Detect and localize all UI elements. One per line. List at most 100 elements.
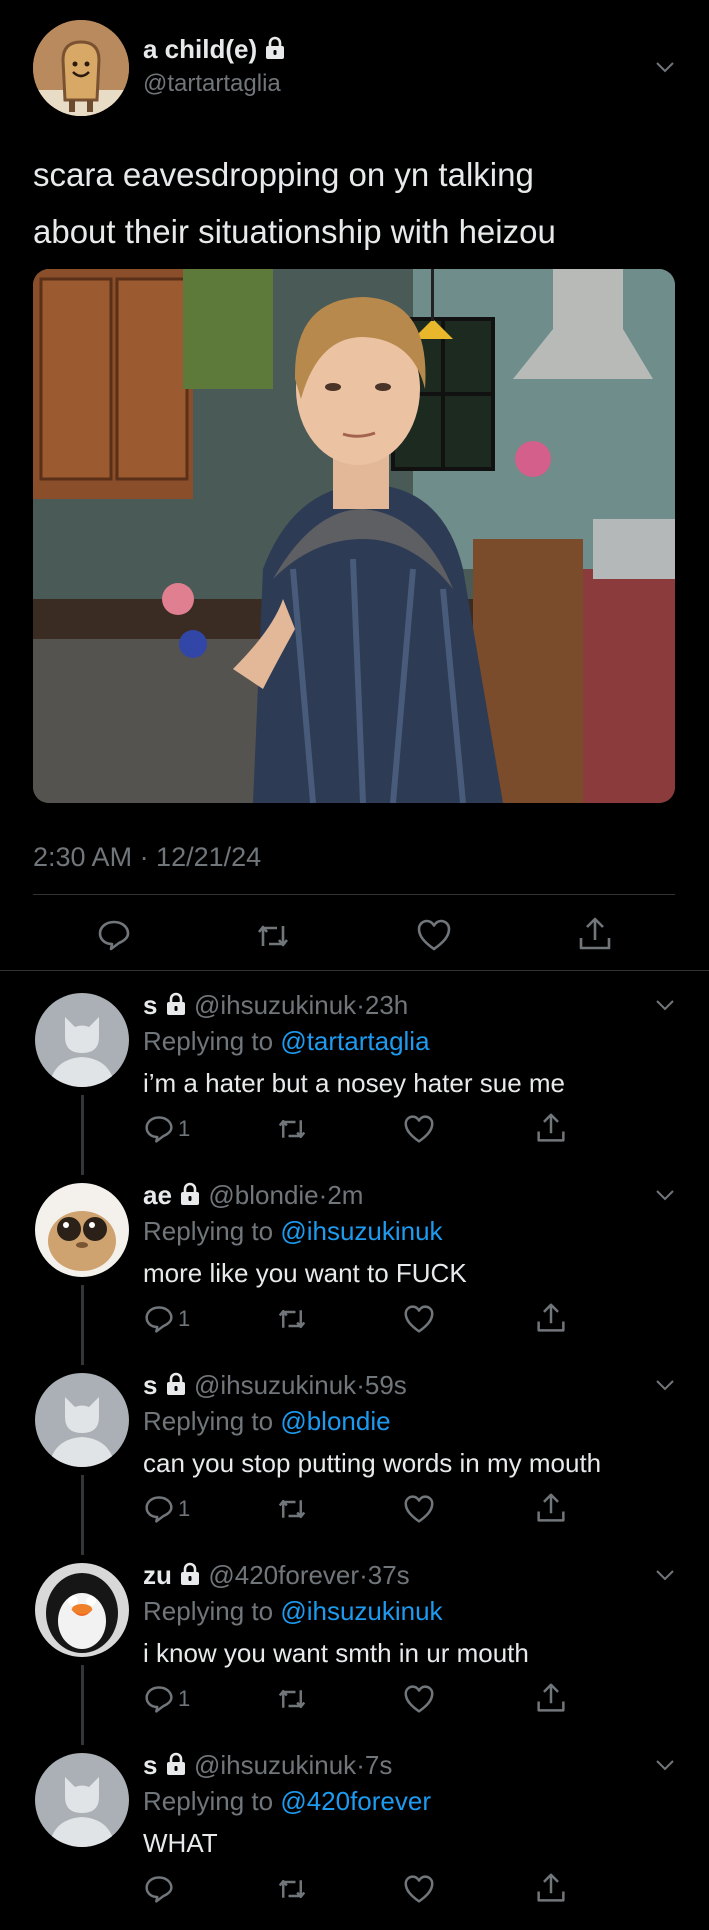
tweet-text: scara eavesdropping on yn talking about … <box>33 146 693 260</box>
retweet-icon[interactable] <box>276 1875 308 1903</box>
divider <box>33 894 675 895</box>
reply-header: zu @420forever·37s <box>143 1560 410 1591</box>
replying-to-link[interactable]: @tartartaglia <box>280 1026 429 1056</box>
reply-icon[interactable] <box>144 1684 174 1714</box>
creature-avatar-icon <box>35 1183 129 1277</box>
author-handle[interactable]: @tartartaglia <box>143 70 281 98</box>
author-display-name[interactable]: a child(e) <box>143 34 257 64</box>
reply-avatar[interactable] <box>35 1563 129 1657</box>
reply-text: more like you want to FUCK <box>143 1258 467 1288</box>
replying-to-line: Replying to @ihsuzukinuk <box>143 1596 443 1627</box>
retweet-icon[interactable] <box>276 1305 308 1333</box>
kitchen-photo <box>33 269 675 803</box>
replying-to-label: Replying to <box>143 1406 281 1436</box>
toast-character-avatar <box>33 20 129 116</box>
share-icon[interactable] <box>536 1872 566 1904</box>
replying-to-line: Replying to @blondie <box>143 1406 391 1437</box>
replying-to-label: Replying to <box>143 1786 281 1816</box>
replying-to-label: Replying to <box>143 1026 281 1056</box>
reply-icon[interactable] <box>97 918 131 952</box>
chevron-down-icon[interactable] <box>654 1184 676 1206</box>
reply-handle[interactable]: @ihsuzukinuk <box>194 1370 356 1400</box>
lock-icon <box>266 36 285 59</box>
lock-icon <box>181 1562 200 1585</box>
reply-handle[interactable]: @blondie <box>208 1180 318 1210</box>
chevron-down-icon[interactable] <box>654 56 676 78</box>
reply-text: i know you want smth in ur mouth <box>143 1638 529 1668</box>
reply-count: 1 <box>178 1686 191 1711</box>
lock-icon <box>166 1372 185 1395</box>
reply-avatar[interactable] <box>35 1753 129 1847</box>
like-heart-icon[interactable] <box>403 1114 435 1144</box>
reply-icon[interactable] <box>144 1874 174 1904</box>
reply-display-name[interactable]: zu <box>143 1560 172 1590</box>
share-icon[interactable] <box>536 1682 566 1714</box>
like-heart-icon[interactable] <box>403 1684 435 1714</box>
reply-count: 1 <box>178 1496 191 1521</box>
penguin-avatar-icon <box>35 1563 129 1657</box>
reply-tweet[interactable]: ae @blondie·2m Replying to @ihsuzukinuk mo… <box>0 1180 709 1360</box>
reply-tweet[interactable]: s @ihsuzukinuk·7s Replying to @420forever… <box>0 1750 709 1930</box>
reply-time[interactable]: 7s <box>365 1750 392 1780</box>
reply-icon[interactable] <box>144 1494 174 1524</box>
reply-handle[interactable]: @420forever <box>208 1560 359 1590</box>
replying-to-line: Replying to @ihsuzukinuk <box>143 1216 443 1247</box>
retweet-icon[interactable] <box>276 1495 308 1523</box>
like-heart-icon[interactable] <box>403 1874 435 1904</box>
separator-dot: · <box>359 1560 368 1590</box>
chevron-down-icon[interactable] <box>654 1564 676 1586</box>
reply-time[interactable]: 2m <box>327 1180 363 1210</box>
reply-tweet[interactable]: s @ihsuzukinuk·59s Replying to @blondie ca… <box>0 1370 709 1550</box>
reply-tweet[interactable]: zu @420forever·37s Replying to @ihsuzukin… <box>0 1560 709 1740</box>
replying-to-link[interactable]: @420forever <box>280 1786 431 1816</box>
reply-text: WHAT <box>143 1828 218 1858</box>
tweet-timestamp[interactable]: 2:30 AM · 12/21/24 <box>33 842 261 873</box>
lock-icon <box>181 1182 200 1205</box>
like-heart-icon[interactable] <box>416 918 452 952</box>
separator-dot: · <box>318 1180 328 1210</box>
reply-text: i’m a hater but a nosey hater sue me <box>143 1068 566 1098</box>
reply-time[interactable]: 59s <box>365 1370 407 1400</box>
reply-tweet[interactable]: s @ihsuzukinuk·23h Replying to @tartartag… <box>0 990 709 1170</box>
reply-avatar[interactable] <box>35 993 129 1087</box>
retweet-icon[interactable] <box>276 1685 308 1713</box>
reply-avatar[interactable] <box>35 1373 129 1467</box>
tweet-image[interactable] <box>33 269 675 803</box>
reply-count: 1 <box>178 1306 191 1331</box>
reply-handle[interactable]: @ihsuzukinuk <box>194 990 356 1020</box>
retweet-icon[interactable] <box>255 920 291 952</box>
like-heart-icon[interactable] <box>403 1304 435 1334</box>
author-avatar[interactable] <box>33 20 129 116</box>
lock-icon <box>166 1752 185 1775</box>
chevron-down-icon[interactable] <box>654 1754 676 1776</box>
chevron-down-icon[interactable] <box>654 1374 676 1396</box>
reply-display-name[interactable]: s <box>143 1370 157 1400</box>
replying-to-line: Replying to @tartartaglia <box>143 1026 430 1057</box>
separator-dot: · <box>356 1370 365 1400</box>
share-icon[interactable] <box>536 1112 566 1144</box>
divider <box>0 970 709 971</box>
reply-display-name[interactable]: s <box>143 990 157 1020</box>
tweet-text-line: scara eavesdropping on yn talking <box>33 156 534 193</box>
share-icon[interactable] <box>536 1492 566 1524</box>
reply-avatar[interactable] <box>35 1183 129 1277</box>
reply-time[interactable]: 37s <box>368 1560 410 1590</box>
like-heart-icon[interactable] <box>403 1494 435 1524</box>
default-avatar-icon <box>35 993 129 1087</box>
default-avatar-icon <box>35 1373 129 1467</box>
share-icon[interactable] <box>536 1302 566 1334</box>
reply-header: s @ihsuzukinuk·23h <box>143 990 408 1021</box>
reply-display-name[interactable]: ae <box>143 1180 172 1210</box>
reply-handle[interactable]: @ihsuzukinuk <box>194 1750 356 1780</box>
reply-icon[interactable] <box>144 1304 174 1334</box>
reply-header: ae @blondie·2m <box>143 1180 363 1211</box>
reply-time[interactable]: 23h <box>365 990 408 1020</box>
replying-to-link[interactable]: @ihsuzukinuk <box>280 1216 442 1246</box>
share-icon[interactable] <box>578 916 612 952</box>
replying-to-link[interactable]: @ihsuzukinuk <box>280 1596 442 1626</box>
reply-display-name[interactable]: s <box>143 1750 157 1780</box>
retweet-icon[interactable] <box>276 1115 308 1143</box>
reply-icon[interactable] <box>144 1114 174 1144</box>
replying-to-link[interactable]: @blondie <box>280 1406 390 1436</box>
chevron-down-icon[interactable] <box>654 994 676 1016</box>
